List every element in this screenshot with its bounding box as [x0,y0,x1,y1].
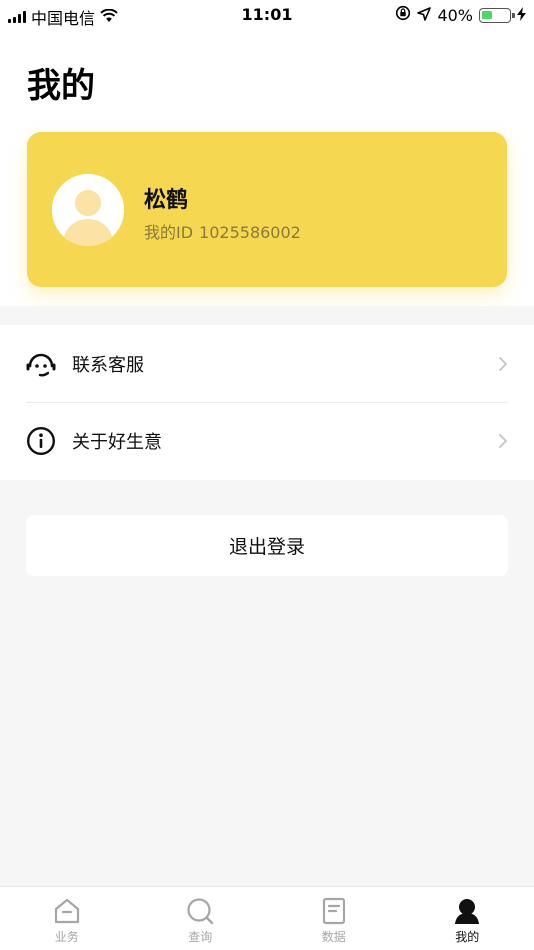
profile-card[interactable]: 松鹤 我的ID 1025586002 [27,132,507,287]
location-icon [417,6,432,25]
tab-data[interactable]: 数据 [267,887,401,950]
charging-icon [517,6,526,25]
menu-item-customer-service[interactable]: 联系客服 [0,325,534,402]
user-id-label: 我的ID [144,223,194,242]
home-icon [53,897,81,925]
battery-fill [482,10,492,19]
customer-service-icon [26,349,56,379]
status-right: 40% [395,5,526,25]
tab-label: 业务 [54,930,79,944]
document-icon [320,897,348,925]
tab-business[interactable]: 业务 [0,887,134,950]
menu-item-about[interactable]: 关于好生意 [0,402,534,479]
header: 我的 松鹤 我的ID 1025586002 [0,30,534,306]
battery-percent: 40% [437,5,473,25]
settings-menu: 联系客服 关于好生意 [0,325,534,480]
status-bar: 中国电信 11:01 40% [0,0,534,30]
screen: 中国电信 11:01 40% 我的 松鹤 我的ID 1025586002 联系客… [0,0,534,950]
info-icon [26,426,56,456]
chevron-right-icon [499,356,507,371]
battery-icon [479,7,515,23]
tab-label: 查询 [188,930,213,944]
logout-button[interactable]: 退出登录 [26,515,508,576]
page-title: 我的 [27,66,95,106]
tab-bar: 业务 查询 数据 我的 [0,886,534,950]
search-icon [186,897,214,925]
user-id-value: 1025586002 [199,223,301,242]
menu-item-label: 联系客服 [72,354,144,376]
default-avatar-icon [52,174,124,246]
user-name: 松鹤 [144,188,189,213]
tab-label: 我的 [455,930,480,944]
person-icon [453,897,481,925]
tab-query[interactable]: 查询 [134,887,268,950]
user-id-row: 我的ID 1025586002 [144,219,301,243]
menu-item-label: 关于好生意 [72,431,162,453]
battery-nub [512,12,515,18]
avatar[interactable] [52,174,124,246]
chevron-right-icon [499,433,507,448]
tab-mine[interactable]: 我的 [401,887,534,950]
rotation-lock-icon [395,5,411,25]
tab-label: 数据 [321,930,346,944]
